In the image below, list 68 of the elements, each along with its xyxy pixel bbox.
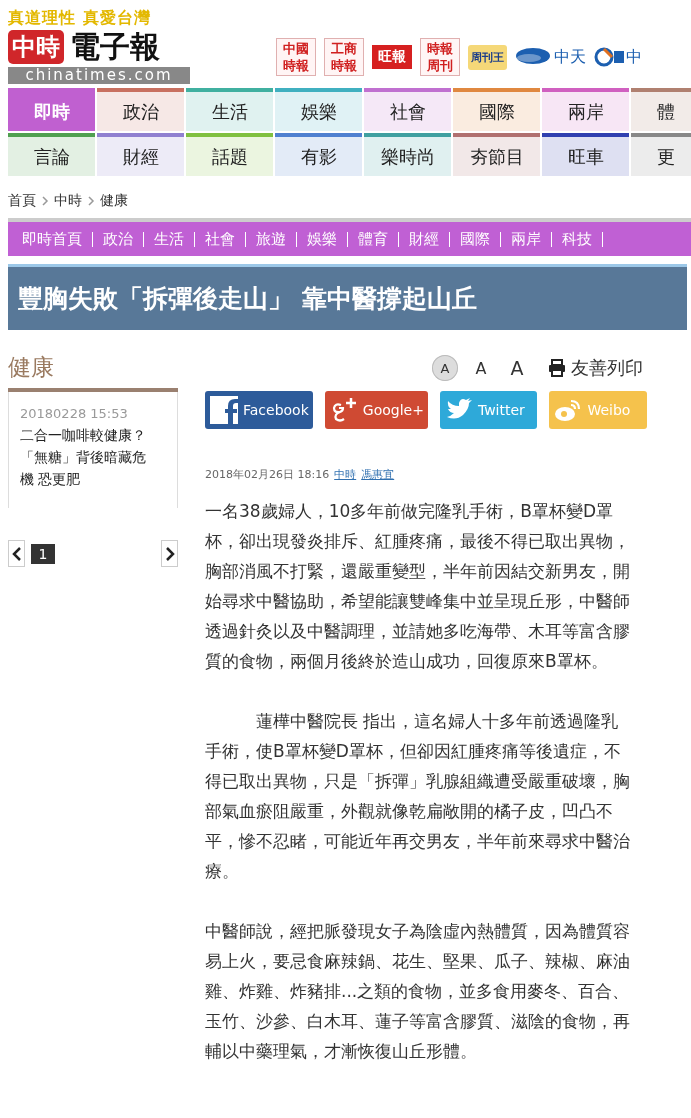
section-link[interactable]: 體育 (348, 231, 399, 247)
nav-tab[interactable]: 政治 (97, 88, 184, 131)
nav-tab[interactable]: 生活 (186, 88, 273, 131)
section-link[interactable]: 即時首頁 (22, 231, 93, 247)
next-button[interactable] (161, 540, 178, 567)
nav-tab[interactable]: 即時 (8, 88, 95, 131)
partner-logo[interactable]: 工商時報 (324, 38, 364, 76)
source-link[interactable]: 馮惠宜 (361, 467, 395, 482)
previous-button[interactable] (8, 540, 25, 567)
partner-logo[interactable]: 旺報 (372, 45, 412, 69)
section-link[interactable]: 財經 (399, 231, 450, 247)
article-paragraph: 中醫師說，經把脈發現女子為陰虛內熱體質，因為體質容易上火，要忌食麻辣鍋、花生、堅果、瓜子、辣椒、麻油雞、炸雞、炸豬排...之類的食物，並多食用麥冬、百合、玉竹、沙參、白木耳、蓮子等富含膠質、滋陰的食物，再輔以中藥理氣，才漸恢復山丘形體。 (205, 920, 631, 1063)
section-link[interactable]: 政治 (93, 231, 144, 247)
article-title: 豐胸失敗「拆彈後走山」 靠中醫撐起山丘 (18, 283, 477, 315)
chevron-icon (87, 195, 95, 207)
news-link[interactable]: 二合一咖啡較健康？「無糖」背後暗藏危機 恐更肥 (20, 424, 152, 490)
news-date: 20180228 15:53 (20, 405, 129, 423)
breadcrumb-link[interactable]: 健康 (100, 192, 128, 210)
section-link[interactable]: 科技 (552, 231, 603, 247)
article-paragraph: 一名38歲婦人，10多年前做完隆乳手術，B罩杯變D罩杯，卻出現發炎排斥、紅腫疼痛，最後不得已取出異物，胸部消風不打緊，還嚴重變型，半年前因結交新男友，開始尋求中醫協助，希望能讓雙峰集中並呈現丘形，中醫師透過針灸以及中醫調理，並請她多吃海帶、木耳等富含膠質的食物，兩個月後終於造山成功，回復原來B罩杯。 (205, 500, 631, 673)
partner-logo[interactable]: 中 (594, 46, 642, 68)
nav-tab[interactable]: 體 (631, 88, 691, 131)
partner-logo[interactable]: 時報周刊 (420, 38, 460, 76)
nav-tab[interactable]: 話題 (186, 133, 273, 176)
nav-tab[interactable]: 兩岸 (542, 88, 629, 131)
nav-tab[interactable]: 樂時尚 (364, 133, 451, 176)
font-size-button[interactable]: A (468, 355, 494, 381)
font-size-button[interactable]: A (432, 355, 458, 381)
section-link[interactable]: 兩岸 (501, 231, 552, 247)
partner-logo[interactable]: 中國時報 (276, 38, 316, 76)
nav-tab[interactable]: 旺車 (542, 133, 629, 176)
logo-mark[interactable]: 中時 (8, 30, 64, 64)
nav-tab[interactable]: 有影 (275, 133, 362, 176)
logo-text[interactable]: 電子報 (70, 30, 160, 64)
nav-tab[interactable]: 社會 (364, 88, 451, 131)
chevron-left-icon (10, 544, 23, 563)
section-link[interactable]: 生活 (144, 231, 195, 247)
emblem-icon (594, 47, 624, 67)
tagline: 真道理性 真愛台灣 (8, 8, 152, 28)
chevron-icon (41, 195, 49, 207)
page-number[interactable]: 1 (31, 543, 55, 564)
section-link[interactable]: 社會 (195, 231, 246, 247)
font-size-button[interactable]: A (504, 355, 530, 381)
share-button[interactable]: Google+ (324, 391, 428, 429)
nav-tab[interactable]: 夯節目 (453, 133, 540, 176)
facebook-icon (209, 395, 239, 425)
publish-time: 2018年02月26日 18:16 (205, 467, 330, 482)
section-link[interactable]: 娛樂 (297, 231, 348, 247)
nav-tab[interactable]: 娛樂 (275, 88, 362, 131)
source-link[interactable]: 中時 (334, 467, 357, 482)
nav-tab[interactable]: 更 (631, 133, 691, 176)
print-button[interactable]: 友善列印 (548, 356, 643, 380)
emblem-icon (515, 47, 551, 67)
printer-icon (548, 359, 566, 377)
nav-tab[interactable]: 國際 (453, 88, 540, 131)
partner-logo[interactable]: 中天 (515, 46, 586, 68)
article-paragraph: 蓮樺中醫院長 指出，這名婦人十多年前透過隆乳手術，使B罩杯變D罩杯，但卻因紅腫疼痛等後遺症，不得已取出異物，只是「拆彈」乳腺組織遭受嚴重破壞，胸部氣血瘀阻嚴重，外觀就像乾扁敞開的橘子皮，凹凸不平，慘不忍睹，可能近年再交男友，半年前來尋求中醫治療。 (205, 710, 631, 883)
nav-tab[interactable]: 財經 (97, 133, 184, 176)
partner-logo[interactable]: 周刊王 (468, 44, 507, 70)
breadcrumb-link[interactable]: 首頁 (8, 192, 36, 210)
breadcrumb-link[interactable]: 中時 (54, 192, 82, 210)
site-domain[interactable]: chinatimes.com (8, 67, 190, 84)
section-link[interactable]: 國際 (450, 231, 501, 247)
nav-tab[interactable]: 言論 (8, 133, 95, 176)
chevron-right-icon (163, 544, 176, 563)
section-heading: 健康 (8, 352, 178, 392)
section-link[interactable]: 旅遊 (246, 231, 297, 247)
share-button[interactable]: Facebook (205, 391, 313, 429)
